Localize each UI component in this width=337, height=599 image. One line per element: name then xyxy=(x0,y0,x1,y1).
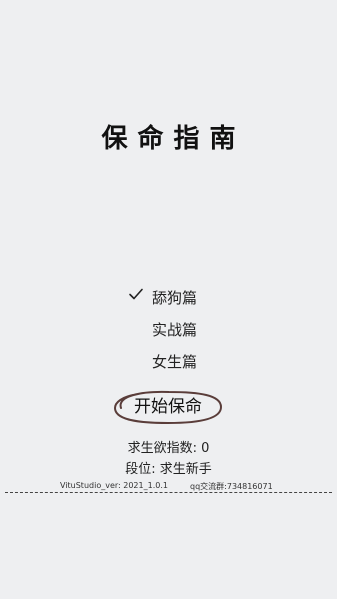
start-button[interactable]: 开始保命 xyxy=(111,388,225,426)
menu-item-nvsheng[interactable]: 女生篇 xyxy=(0,348,337,374)
version-text: VituStudio_ver: 2021_1.0.1 xyxy=(60,481,168,490)
start-button-label: 开始保命 xyxy=(134,397,202,417)
menu-item-label: 女生篇 xyxy=(152,353,198,371)
menu-item-label: 实战篇 xyxy=(152,321,198,339)
menu-item-tiangou[interactable]: 舔狗篇 xyxy=(0,284,337,310)
menu-item-shizhan[interactable]: 实战篇 xyxy=(0,316,337,342)
menu-item-label: 舔狗篇 xyxy=(152,289,198,307)
page-title: 保命指南 xyxy=(101,124,246,154)
rank-text: 段位: 求生新手 xyxy=(125,462,212,477)
qq-group-text: qq交流群:734816071 xyxy=(190,482,273,491)
check-icon xyxy=(129,288,143,300)
divider xyxy=(5,492,332,493)
desire-index-text: 求生欲指数: 0 xyxy=(127,441,210,456)
